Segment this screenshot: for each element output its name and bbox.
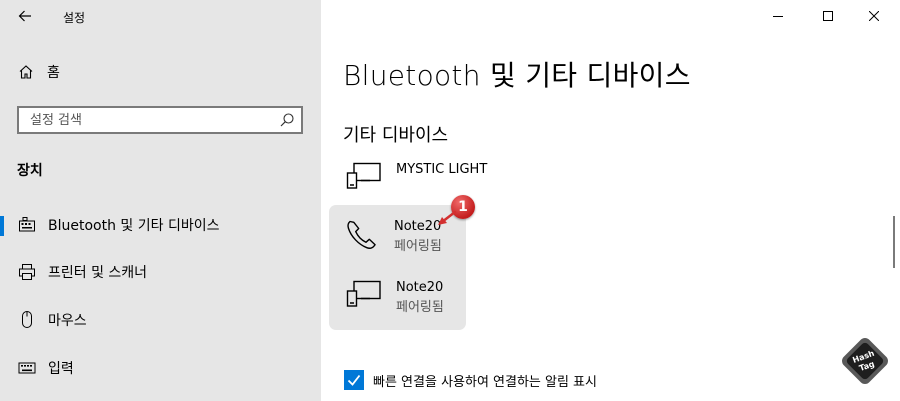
minimize-button[interactable] [755, 0, 801, 32]
device-name: MYSTIC LIGHT [396, 162, 488, 177]
device-name: Note20 [394, 219, 442, 234]
back-arrow-icon [18, 10, 31, 22]
home-label: 홈 [47, 65, 60, 81]
sidebar-item-label: 입력 [48, 361, 74, 377]
maximize-button[interactable] [805, 0, 851, 32]
scrollbar-thumb[interactable] [893, 216, 895, 268]
mouse-icon [16, 309, 38, 331]
page-title: Bluetooth 및 기타 디바이스 [343, 59, 691, 92]
generic-device-icon [346, 280, 381, 307]
checkmark-icon [347, 374, 361, 386]
sidebar-item-bluetooth[interactable]: Bluetooth 및 기타 디바이스 [0, 205, 321, 245]
back-button[interactable] [12, 2, 38, 30]
search-input[interactable] [19, 108, 280, 132]
sidebar: 설정 홈 장치 Bluetooth 및 기타 디바이스 [0, 0, 321, 401]
sidebar-item-label: 마우스 [48, 313, 87, 329]
swift-pair-checkbox-row[interactable]: 빠른 연결을 사용하여 연결하는 알림 표시 [344, 370, 597, 390]
keyboard-icon [16, 357, 38, 379]
swift-pair-checkbox-label: 빠른 연결을 사용하여 연결하는 알림 표시 [373, 374, 597, 390]
sidebar-item-mouse[interactable]: 마우스 [0, 300, 321, 340]
sidebar-section-title: 장치 [17, 163, 43, 179]
annotation-arrow-icon [438, 210, 457, 225]
device-note20-generic[interactable]: Note20 페어링됨 [346, 278, 444, 318]
home-icon [19, 65, 33, 79]
phone-icon [347, 220, 376, 249]
minimize-icon [773, 16, 783, 17]
device-note20-phone[interactable]: Note20 페어링됨 [344, 217, 442, 257]
device-status: 페어링됨 [396, 300, 444, 315]
sidebar-item-label: Bluetooth 및 기타 디바이스 [48, 218, 220, 234]
bluetooth-device-icon [16, 214, 38, 236]
device-name: Note20 [396, 280, 444, 295]
printer-icon [16, 261, 38, 283]
sidebar-item-printer[interactable]: 프린터 및 스캐너 [0, 252, 321, 292]
maximize-icon [823, 11, 833, 21]
section-title: 기타 디바이스 [343, 125, 449, 146]
main-panel: Bluetooth 및 기타 디바이스 기타 디바이스 [321, 0, 900, 401]
device-mystic-light[interactable]: MYSTIC LIGHT [346, 160, 487, 196]
search-box[interactable] [17, 106, 303, 134]
hashtag-logo-icon: Hash Tag [842, 338, 888, 384]
close-icon [869, 11, 879, 21]
search-icon[interactable] [279, 112, 295, 128]
home-link[interactable]: 홈 [18, 62, 60, 82]
sidebar-item-label: 프린터 및 스캐너 [48, 265, 148, 281]
close-button[interactable] [851, 0, 897, 32]
sidebar-item-input[interactable]: 입력 [0, 348, 321, 388]
swift-pair-checkbox[interactable] [344, 370, 364, 390]
app-title: 설정 [63, 11, 86, 25]
generic-device-icon [346, 162, 381, 189]
device-status: 페어링됨 [394, 239, 442, 254]
